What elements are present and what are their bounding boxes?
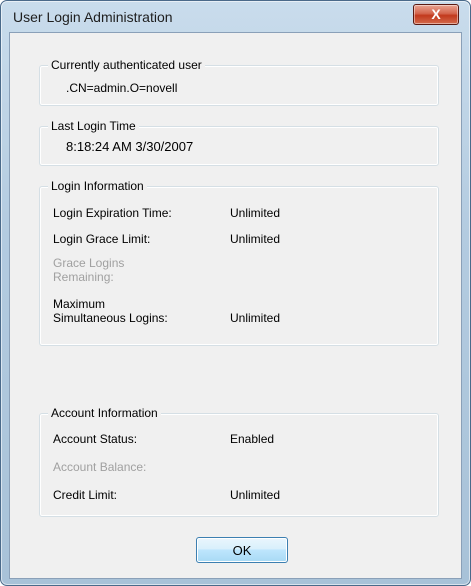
login-grace-limit-value: Unlimited: [230, 232, 281, 246]
window-title: User Login Administration: [13, 9, 173, 25]
credit-limit-value: Unlimited: [230, 488, 281, 502]
current-user-group-label: Currently authenticated user: [48, 58, 205, 72]
dialog-window: User Login Administration X Currently au…: [0, 0, 471, 586]
close-button[interactable]: X: [413, 4, 459, 25]
last-login-value: 8:18:24 AM 3/30/2007: [66, 139, 194, 154]
login-information-group-label: Login Information: [48, 179, 147, 193]
last-login-group-label: Last Login Time: [48, 119, 139, 133]
account-balance-label: Account Balance:: [53, 460, 147, 474]
grace-logins-remaining-label-line2: Remaining:: [53, 270, 114, 284]
max-simultaneous-logins-label-line2: Simultaneous Logins:: [53, 311, 168, 325]
max-simultaneous-logins-value: Unlimited: [230, 311, 281, 325]
credit-limit-label: Credit Limit:: [53, 488, 118, 502]
dialog-client-area: Currently authenticated user .CN=admin.O…: [9, 32, 462, 579]
ok-button[interactable]: OK: [196, 537, 288, 563]
login-expiration-value: Unlimited: [230, 206, 281, 220]
login-expiration-label: Login Expiration Time:: [53, 206, 172, 220]
grace-logins-remaining-label-line1: Grace Logins: [53, 256, 125, 270]
max-simultaneous-logins-label-line1: Maximum: [53, 297, 106, 311]
account-status-value: Enabled: [230, 432, 275, 446]
account-status-label: Account Status:: [53, 432, 138, 446]
login-grace-limit-label: Login Grace Limit:: [53, 232, 151, 246]
close-icon: X: [431, 6, 441, 22]
title-bar[interactable]: User Login Administration X: [1, 1, 470, 31]
account-information-group-label: Account Information: [48, 406, 161, 420]
current-user-value: .CN=admin.O=novell: [66, 81, 178, 95]
